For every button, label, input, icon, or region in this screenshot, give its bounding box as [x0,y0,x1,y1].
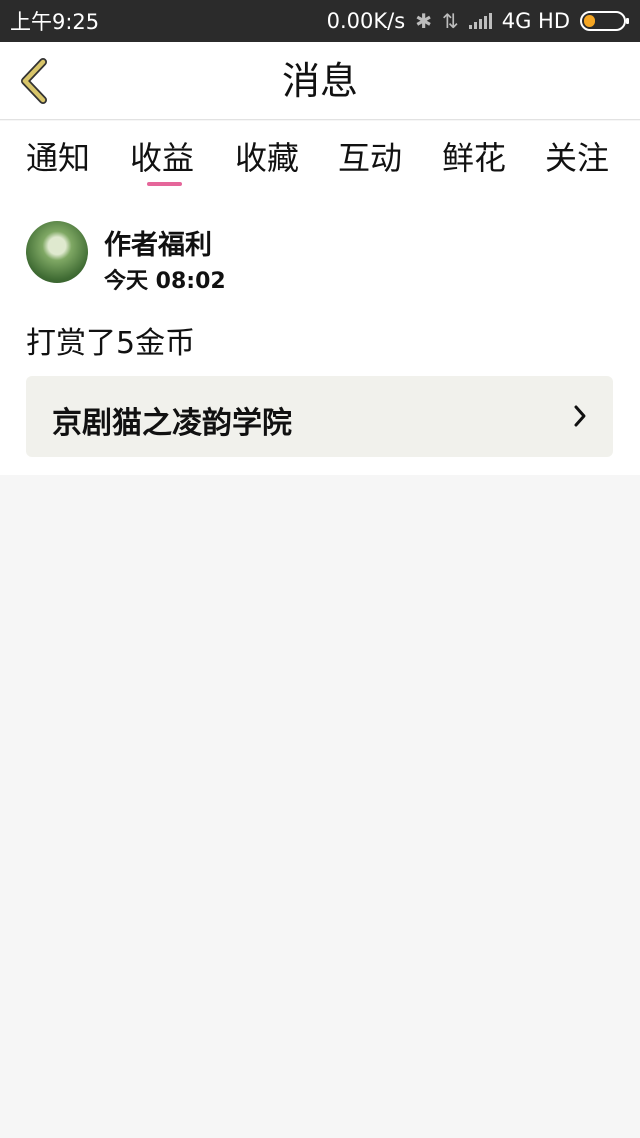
battery-level [584,15,596,27]
tab-label: 鲜花 [442,139,507,177]
status-time: 上午9:25 [10,10,100,34]
tab-label: 收益 [130,139,195,177]
tab-notifications[interactable]: 通知 [26,133,90,183]
network-type: 4G HD [501,9,570,33]
message-item: 作者福利 今天 08:02 打赏了5金币 京剧猫之凌韵学院 [0,197,640,475]
tab-interactions[interactable]: 互动 [338,133,402,183]
linked-book-title: 京剧猫之凌韵学院 [52,406,292,441]
tab-favorites[interactable]: 收藏 [235,133,299,183]
data-transfer-icon: ⇅ [441,9,459,33]
header: 消息 [0,42,640,120]
tab-following[interactable]: 关注 [545,133,609,183]
tab-bar: 通知 收益 收藏 互动 鲜花 关注 [0,121,640,197]
tab-label: 互动 [338,139,403,177]
page-title: 消息 [281,59,358,103]
avatar[interactable] [26,221,88,283]
tab-label: 收藏 [235,139,300,177]
tab-earnings[interactable]: 收益 [130,133,194,183]
network-speed: 0.00K/s [326,9,406,33]
bluetooth-icon: ✱ [415,9,432,33]
linked-book-card[interactable]: 京剧猫之凌韵学院 [26,376,613,457]
active-tab-indicator [147,182,182,186]
tab-label: 通知 [26,139,91,177]
tab-label: 关注 [545,139,610,177]
message-body: 打赏了5金币 [26,326,196,361]
battery-icon [580,11,629,31]
message-time: 今天 08:02 [104,269,226,294]
chevron-right-icon [574,405,586,427]
status-bar: 上午9:25 0.00K/s ✱ ⇅ 4G HD [0,0,640,42]
status-indicators: 0.00K/s ✱ ⇅ 4G HD [326,9,629,33]
tab-flowers[interactable]: 鲜花 [442,133,506,183]
signal-icon [468,13,492,29]
sender-name: 作者福利 [104,230,212,261]
